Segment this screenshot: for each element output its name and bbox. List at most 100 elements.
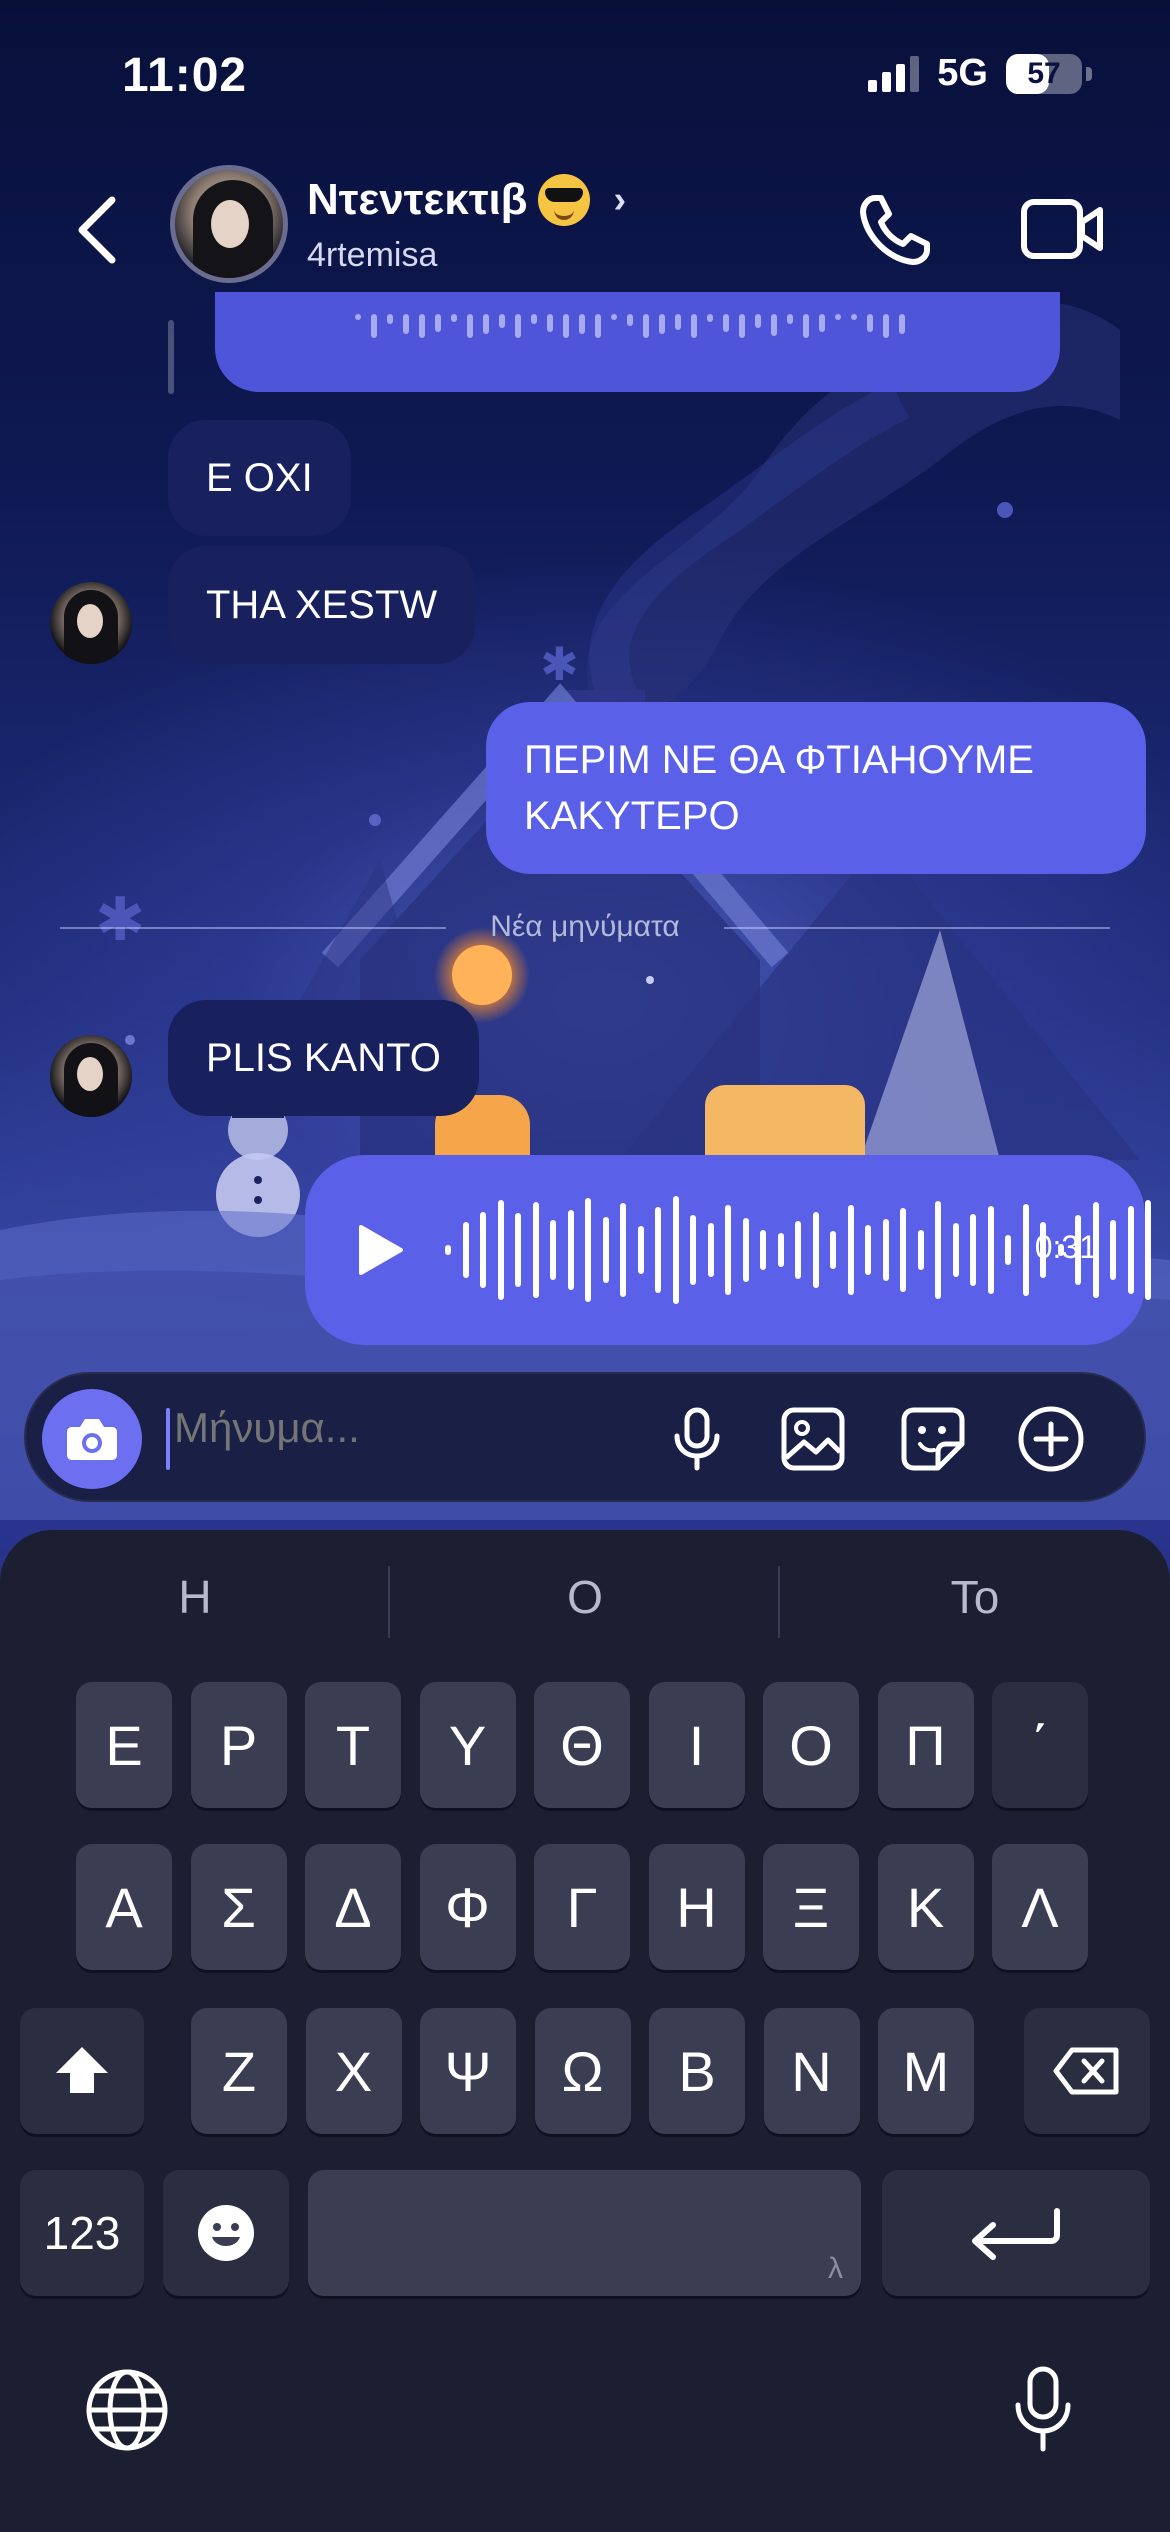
voice-message-partial[interactable]: [215, 292, 1060, 392]
waveform-bar: [462, 1222, 469, 1278]
play-icon[interactable]: [357, 1223, 405, 1277]
key[interactable]: Ρ: [190, 1682, 287, 1808]
message-bubble-incoming[interactable]: THA XESTW: [168, 546, 476, 664]
waveform-bar: [899, 314, 905, 334]
message-bubble-incoming[interactable]: PLIS KANTO: [168, 1000, 479, 1116]
suggestion-item[interactable]: Το: [780, 1570, 1170, 1624]
waveform-bar: [987, 1206, 994, 1294]
plus-icon[interactable]: [1016, 1404, 1086, 1474]
message-input[interactable]: [174, 1404, 624, 1452]
key[interactable]: Ω: [534, 2008, 631, 2134]
waveform-bar: [803, 314, 809, 338]
key[interactable]: Υ: [419, 1682, 516, 1808]
key[interactable]: ΄: [992, 1682, 1088, 1808]
backspace-key[interactable]: [1024, 2008, 1150, 2134]
waveform-bar: [637, 1226, 644, 1274]
emoji-key[interactable]: [163, 2170, 289, 2296]
key[interactable]: Ζ: [191, 2008, 287, 2134]
divider-line: [60, 927, 446, 929]
space-key[interactable]: λ: [308, 2170, 861, 2296]
voice-duration: 0:31: [1034, 1229, 1097, 1265]
key[interactable]: Χ: [305, 2008, 402, 2134]
emoji-icon: [198, 2205, 254, 2261]
key[interactable]: Τ: [305, 1682, 401, 1808]
key[interactable]: Δ: [305, 1844, 401, 1970]
waveform-bar: [445, 1245, 451, 1255]
contact-avatar[interactable]: [170, 165, 288, 283]
message-bubble-outgoing[interactable]: ΠΕΡΙΜ ΝΕ ΘΑ ΦΤΙΑΗΟΥΜΕ ΚΑΚΥΤΕΡΟ: [486, 702, 1146, 874]
numbers-key[interactable]: 123: [20, 2170, 144, 2296]
waveform-bar: [900, 1208, 906, 1292]
globe-icon[interactable]: [82, 2365, 172, 2455]
waveform-bar: [867, 314, 873, 332]
suggestion-item[interactable]: Ο: [390, 1570, 780, 1624]
phone-icon[interactable]: [855, 190, 935, 270]
key[interactable]: Σ: [190, 1844, 287, 1970]
battery-percent: 57: [1027, 56, 1061, 90]
key[interactable]: Ο: [763, 1682, 859, 1808]
voice-message-bubble[interactable]: 0:31: [305, 1155, 1151, 1345]
back-chevron-icon[interactable]: [68, 190, 128, 270]
waveform-bar: [865, 1225, 871, 1275]
waveform-bar: [483, 314, 489, 334]
message-composer: [24, 1372, 1146, 1502]
image-icon[interactable]: [778, 1404, 848, 1474]
waveform-bar: [403, 314, 409, 334]
waveform-bar: [547, 314, 553, 332]
message-bubble-incoming[interactable]: E OXI: [168, 420, 351, 536]
waveform-bar: [499, 314, 505, 328]
sticker-icon[interactable]: [898, 1404, 968, 1474]
waveform-bar: [675, 314, 681, 330]
sender-avatar[interactable]: [50, 1035, 132, 1117]
microphone-icon[interactable]: [662, 1404, 732, 1474]
waveform-bar: [1005, 1235, 1011, 1265]
chevron-right-icon: ›: [613, 178, 627, 221]
waveform-bar: [742, 1218, 749, 1282]
suggestion-item[interactable]: Η: [0, 1570, 390, 1624]
space-language-hint: λ: [828, 2252, 843, 2285]
battery-icon: 57: [1006, 53, 1082, 94]
reply-thread-line: [168, 320, 174, 394]
key[interactable]: Γ: [534, 1844, 630, 1970]
key[interactable]: Κ: [877, 1844, 974, 1970]
waveform-bar: [627, 314, 633, 326]
waveform-bar: [620, 1203, 626, 1297]
waveform-bar: [419, 314, 425, 338]
return-key[interactable]: [882, 2170, 1150, 2296]
waveform-bar: [725, 1205, 731, 1295]
backspace-icon: [1053, 2047, 1119, 2095]
key[interactable]: Ξ: [763, 1844, 859, 1970]
key[interactable]: Ε: [76, 1682, 172, 1808]
key[interactable]: Λ: [992, 1844, 1088, 1970]
waveform-bar: [515, 314, 521, 338]
waveform-bar: [691, 314, 697, 338]
key[interactable]: Β: [649, 2008, 745, 2134]
waveform-bar: [355, 314, 361, 320]
waveform-bar: [847, 1205, 854, 1295]
camera-button[interactable]: [42, 1389, 142, 1489]
waveform-bar: [451, 314, 457, 322]
message-text: THA XESTW: [206, 583, 438, 627]
video-camera-icon[interactable]: [1020, 194, 1106, 264]
key[interactable]: Π: [877, 1682, 974, 1808]
waveform-bar: [672, 1196, 679, 1304]
waveform-bar: [812, 1212, 819, 1288]
chat-screen: ✱ ✱ 11:02 5G 57 Ντεντεκτιβ › 4rtemisa E …: [0, 0, 1170, 2532]
key[interactable]: Ψ: [420, 2008, 516, 2134]
key[interactable]: Η: [648, 1844, 745, 1970]
waveform-bar: [777, 1233, 784, 1267]
dictation-microphone-icon[interactable]: [1008, 2365, 1078, 2455]
waveform-bar: [935, 1201, 941, 1299]
contact-name-link[interactable]: Ντεντεκτιβ ›: [307, 174, 626, 226]
key[interactable]: Ι: [648, 1682, 745, 1808]
shift-key[interactable]: [20, 2008, 144, 2134]
waveform-bar: [760, 1230, 766, 1270]
key[interactable]: Μ: [878, 2008, 974, 2134]
key[interactable]: Φ: [419, 1844, 516, 1970]
waveform-bar: [611, 314, 617, 320]
key[interactable]: Α: [76, 1844, 172, 1970]
key[interactable]: Θ: [534, 1682, 630, 1808]
sender-avatar[interactable]: [50, 582, 132, 664]
key[interactable]: Ν: [763, 2008, 860, 2134]
waveform-bar: [532, 1202, 539, 1298]
